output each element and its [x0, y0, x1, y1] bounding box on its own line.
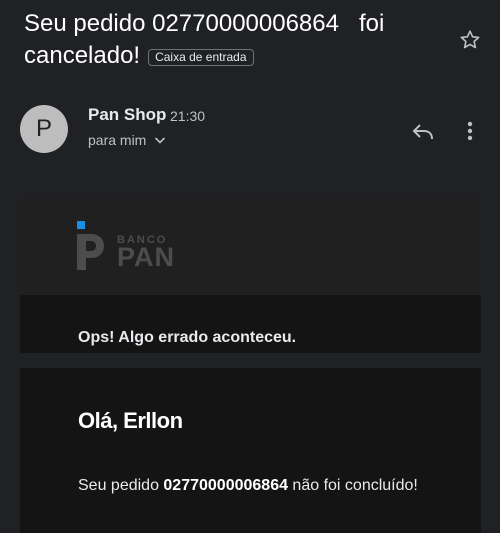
- more-vert-icon[interactable]: [458, 118, 482, 144]
- subject-line-2: cancelado! Caixa de entrada: [24, 40, 444, 72]
- star-icon[interactable]: [458, 28, 482, 52]
- sender-name[interactable]: Pan Shop: [88, 105, 166, 125]
- reply-icon[interactable]: [410, 118, 436, 144]
- greeting: Olá, Erllon: [78, 408, 183, 433]
- order-number: 02770000006864: [163, 477, 288, 494]
- pan-logo-mark-icon: [77, 221, 104, 270]
- error-message: Ops! Algo errado aconteceu.: [78, 329, 297, 346]
- email-body: BANCO PAN Ops! Algo errado aconteceu. Ol…: [20, 197, 481, 533]
- recipient-label: para mim: [88, 132, 147, 148]
- avatar[interactable]: P: [20, 105, 68, 153]
- error-banner: Ops! Algo errado aconteceu.: [20, 295, 481, 353]
- sender-row: P Pan Shop 21:30 para mim: [20, 105, 490, 157]
- recipient-details[interactable]: para mim: [88, 132, 168, 148]
- chevron-down-icon[interactable]: [152, 132, 168, 148]
- email-subject: Seu pedido 02770000006864 foi cancelado!…: [24, 8, 444, 72]
- brand-header: BANCO PAN: [20, 197, 481, 295]
- order-suffix: não foi concluído!: [287, 477, 418, 494]
- order-prefix: Seu pedido: [78, 477, 164, 494]
- subject-line-1: Seu pedido 02770000006864 foi: [24, 10, 385, 37]
- content-card: Olá, Erllon Seu pedido 02770000006864 nã…: [20, 368, 481, 533]
- pan-text: PAN: [117, 242, 176, 272]
- section-gap: [20, 353, 481, 368]
- order-message: Seu pedido 02770000006864 não foi conclu…: [78, 471, 458, 501]
- banco-pan-logo: BANCO PAN: [77, 221, 197, 272]
- sender-time: 21:30: [170, 108, 206, 124]
- inbox-label-chip[interactable]: Caixa de entrada: [148, 48, 254, 66]
- subject-text-end: cancelado!: [24, 42, 141, 69]
